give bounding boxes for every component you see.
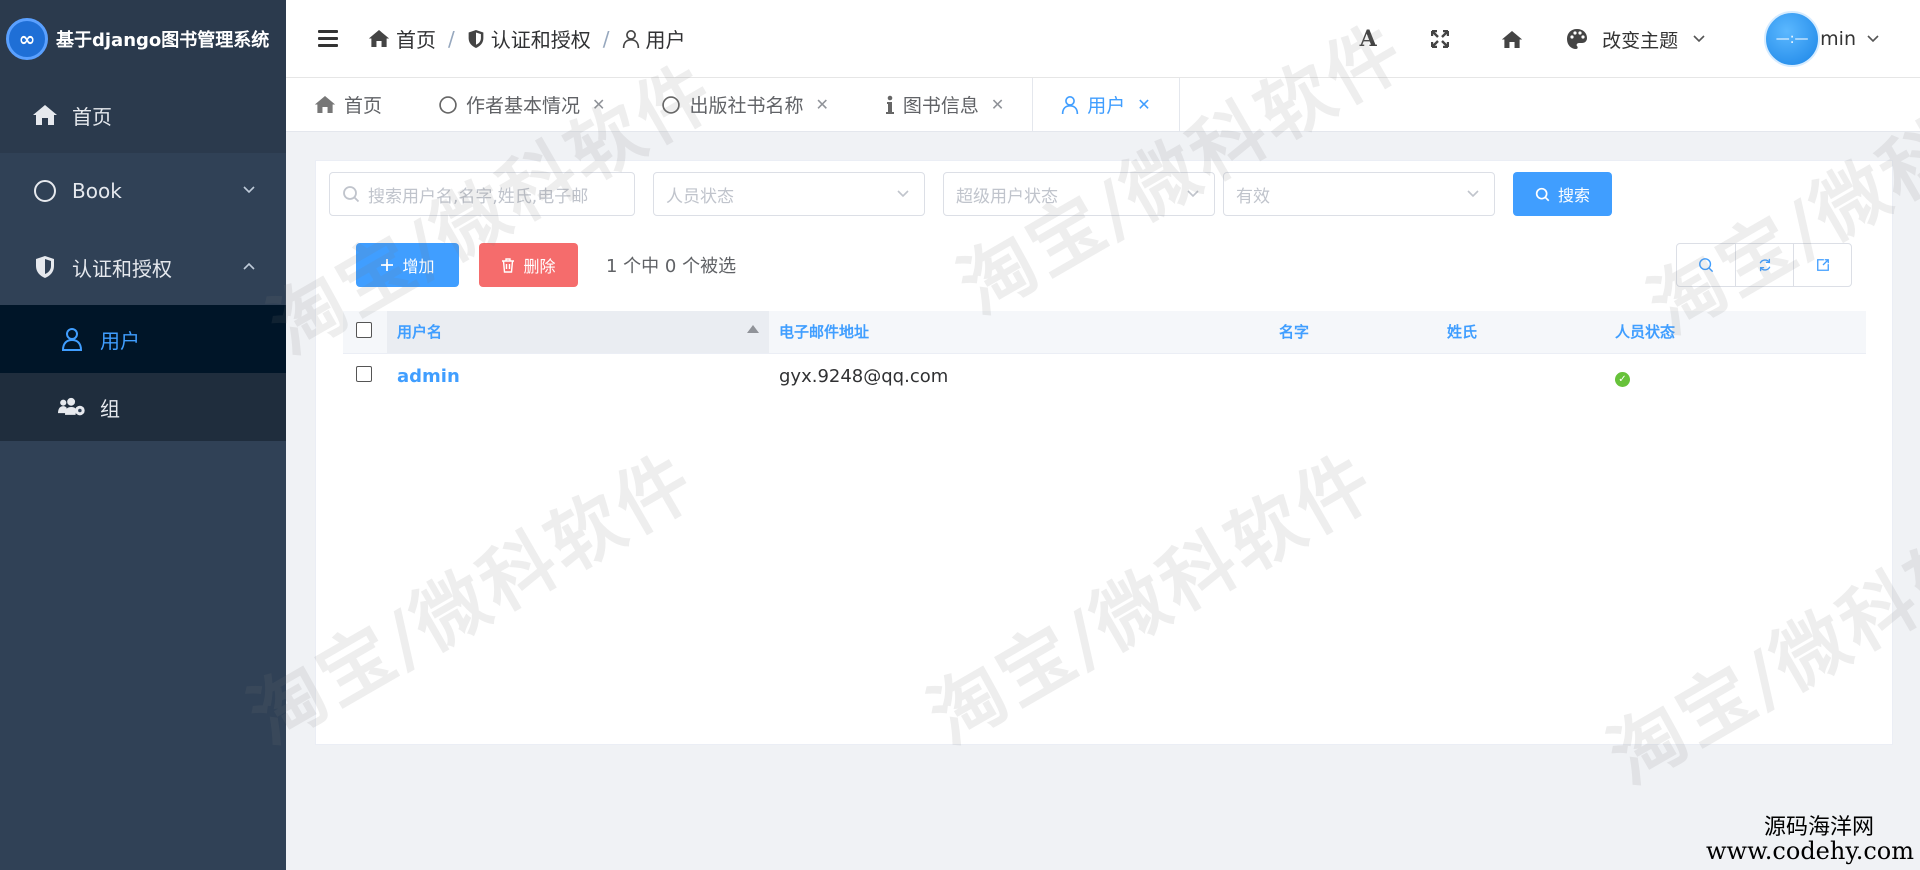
home-icon — [314, 96, 336, 113]
superuser-status-select[interactable]: 超级用户状态 — [943, 172, 1215, 216]
user-icon — [58, 327, 86, 351]
avatar[interactable]: —:— — [1764, 11, 1821, 67]
header-actions: A 改变主题 —:— min — [1332, 0, 1880, 78]
circle-icon — [662, 95, 681, 114]
tab-bar: 首页 作者基本情况 ✕ 出版社书名称 ✕ 图书信息 ✕ 用户 ✕ — [286, 78, 1920, 132]
search-button[interactable]: 搜索 — [1513, 172, 1612, 216]
chevron-down-icon — [1693, 35, 1705, 43]
trash-icon — [502, 257, 515, 273]
sidebar-item-home[interactable]: 首页 — [0, 77, 286, 153]
user-icon — [1062, 95, 1079, 114]
sidebar: ∞ 基于django图书管理系统 首页 Book 认证和授权 用户 组 — [0, 0, 286, 870]
search-icon — [1535, 187, 1550, 201]
first-name-cell — [1269, 353, 1437, 399]
tab-users[interactable]: 用户 ✕ — [1032, 78, 1180, 131]
column-first-name[interactable]: 名字 — [1269, 311, 1437, 354]
chevron-down-icon[interactable] — [1866, 34, 1880, 44]
column-last-name[interactable]: 姓氏 — [1437, 311, 1605, 354]
tab-books[interactable]: 图书信息 ✕ — [857, 78, 1032, 131]
tab-publishers[interactable]: 出版社书名称 ✕ — [633, 78, 856, 131]
select-all-checkbox[interactable] — [356, 321, 372, 338]
last-name-cell — [1437, 353, 1605, 399]
search-icon — [343, 186, 360, 203]
sidebar-item-label: 用户 — [100, 328, 140, 353]
add-button[interactable]: 增加 — [356, 243, 459, 287]
info-icon — [885, 95, 894, 114]
hamburger-menu-icon[interactable] — [318, 30, 338, 47]
palette-icon — [1567, 29, 1588, 49]
email-cell: gyx.9248@qq.com — [779, 365, 949, 387]
chevron-down-icon — [897, 190, 909, 198]
table-tools — [1676, 243, 1852, 287]
sidebar-submenu-auth: 用户 组 — [0, 305, 286, 441]
filter-bar: 搜索用户名,名字,姓氏,电子邮 人员状态 超级用户状态 有效 搜索 — [329, 172, 1612, 216]
row-checkbox[interactable] — [356, 365, 372, 382]
user-list-panel: 搜索用户名,名字,姓氏,电子邮 人员状态 超级用户状态 有效 搜索 增加 删除 … — [315, 160, 1893, 745]
check-circle-icon: ✓ — [1615, 371, 1630, 387]
action-toolbar: 增加 删除 1 个中 0 个被选 — [356, 243, 736, 287]
chevron-down-icon — [1187, 190, 1199, 198]
staff-status-select[interactable]: 人员状态 — [653, 172, 925, 216]
tab-authors[interactable]: 作者基本情况 ✕ — [410, 78, 633, 131]
sidebar-item-groups[interactable]: 组 — [0, 373, 286, 441]
shield-icon — [468, 29, 484, 48]
table-header-row: 用户名 电子邮件地址 名字 姓氏 人员状态 — [343, 311, 1866, 354]
home-icon — [30, 104, 60, 126]
sidebar-item-label: 认证和授权 — [72, 256, 172, 281]
circle-icon — [30, 179, 60, 203]
tab-home[interactable]: 首页 — [286, 78, 410, 131]
breadcrumb-auth[interactable]: 认证和授权 — [467, 24, 591, 53]
export-icon[interactable] — [1793, 244, 1851, 286]
table-row: admin gyx.9248@qq.com ✓ — [343, 353, 1866, 399]
shield-icon — [30, 255, 60, 279]
site-watermark: 源码海洋网 www.codehy.com — [1706, 814, 1914, 865]
column-username[interactable]: 用户名 — [387, 311, 769, 354]
top-navbar: 首页 / 认证和授权 / 用户 A 改变主题 —:— min — [286, 0, 1920, 78]
breadcrumb-home[interactable]: 首页 — [368, 24, 436, 53]
staff-status-cell: ✓ — [1605, 353, 1866, 399]
refresh-icon[interactable] — [1735, 244, 1793, 286]
close-icon[interactable]: ✕ — [815, 95, 828, 114]
app-logo[interactable]: ∞ 基于django图书管理系统 — [0, 0, 286, 77]
sort-asc-icon — [747, 325, 759, 333]
font-size-icon[interactable]: A — [1332, 26, 1404, 52]
breadcrumb-users: 用户 — [622, 24, 686, 53]
breadcrumb: 首页 / 认证和授权 / 用户 — [368, 24, 686, 53]
username-link[interactable]: admin — [387, 353, 769, 399]
column-email[interactable]: 电子邮件地址 — [769, 311, 1269, 354]
user-name[interactable]: min — [1820, 28, 1856, 50]
home-icon[interactable] — [1476, 30, 1548, 49]
close-icon[interactable]: ✕ — [592, 95, 605, 114]
app-title: 基于django图书管理系统 — [56, 29, 270, 51]
search-toggle-icon[interactable] — [1677, 244, 1735, 286]
active-status-select[interactable]: 有效 — [1223, 172, 1495, 216]
sidebar-item-label: 首页 — [72, 104, 112, 129]
selection-counter: 1 个中 0 个被选 — [606, 256, 737, 277]
fullscreen-icon[interactable] — [1404, 30, 1476, 48]
user-icon — [622, 29, 639, 48]
chevron-down-icon — [242, 183, 256, 199]
search-input[interactable]: 搜索用户名,名字,姓氏,电子邮 — [329, 172, 635, 216]
circle-icon — [439, 95, 457, 114]
infinity-logo-icon: ∞ — [6, 17, 48, 60]
change-theme-dropdown[interactable]: 改变主题 — [1566, 26, 1706, 53]
chevron-up-icon — [242, 259, 256, 275]
theme-label: 改变主题 — [1602, 29, 1679, 52]
sidebar-item-users[interactable]: 用户 — [0, 305, 286, 373]
close-icon[interactable]: ✕ — [991, 95, 1004, 114]
close-icon[interactable]: ✕ — [1137, 95, 1150, 114]
chevron-down-icon — [1467, 190, 1479, 198]
select-all-cell — [343, 311, 387, 354]
sidebar-item-auth[interactable]: 认证和授权 — [0, 229, 286, 305]
delete-button[interactable]: 删除 — [479, 243, 578, 287]
user-table: 用户名 电子邮件地址 名字 姓氏 人员状态 admin gyx.9248@qq.… — [343, 311, 1866, 399]
users-gear-icon — [58, 396, 86, 418]
column-staff-status[interactable]: 人员状态 — [1605, 311, 1866, 354]
home-icon — [368, 30, 390, 47]
plus-icon — [381, 259, 394, 271]
sidebar-item-label: Book — [72, 179, 122, 203]
row-select-cell — [343, 353, 387, 399]
sidebar-item-label: 组 — [100, 396, 120, 421]
sidebar-item-book[interactable]: Book — [0, 153, 286, 229]
